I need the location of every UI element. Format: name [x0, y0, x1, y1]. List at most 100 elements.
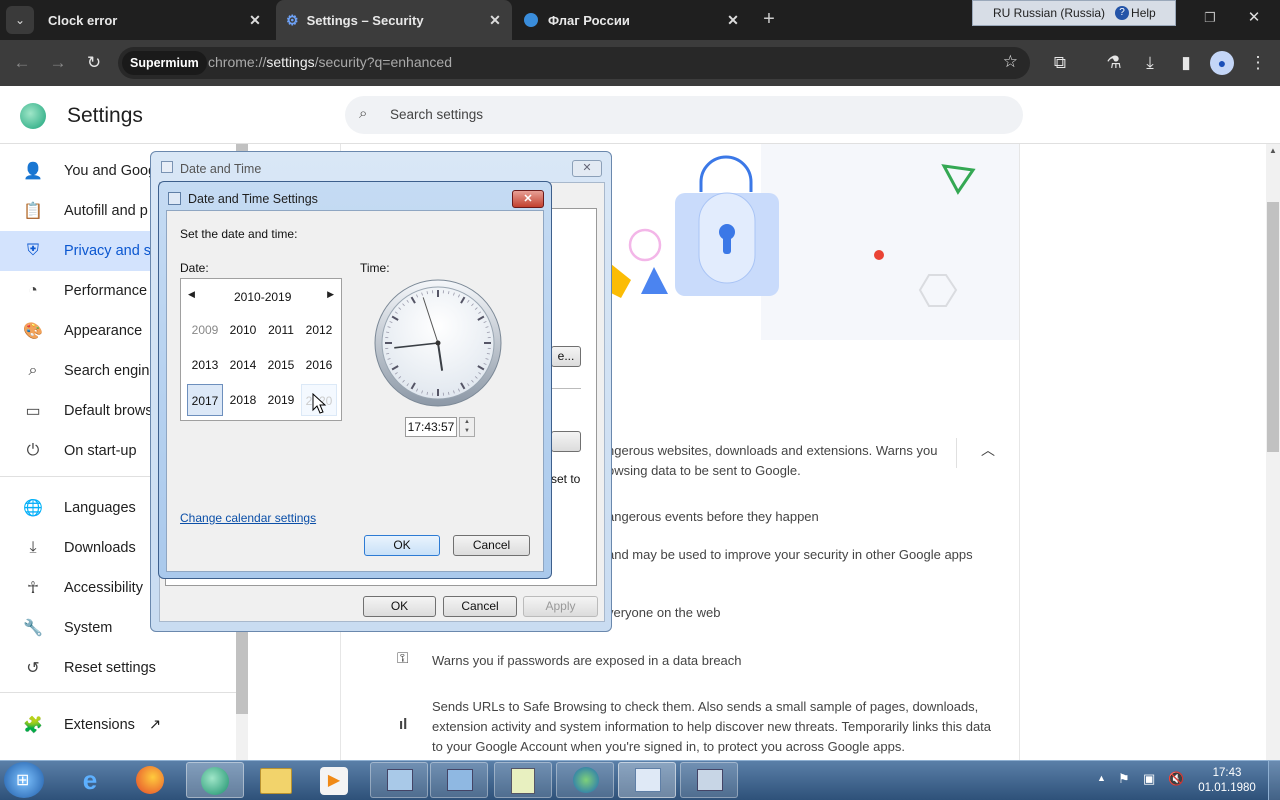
search-icon: ⌕: [359, 105, 368, 122]
calendar-icon: [168, 192, 181, 205]
taskbar-app-2[interactable]: [430, 762, 488, 798]
language-bar[interactable]: RU Russian (Russia) ? Help: [972, 0, 1176, 26]
sidebar-item-label: Privacy and se: [64, 243, 160, 259]
year-cell[interactable]: 2012: [301, 314, 337, 346]
network-icon[interactable]: ▣: [1143, 771, 1155, 787]
year-cell[interactable]: 2009: [187, 314, 223, 346]
cancel-button[interactable]: Cancel: [453, 535, 530, 556]
back-icon[interactable]: ←: [10, 51, 34, 75]
page-title: Settings: [67, 104, 143, 127]
taskbar-app-1[interactable]: [370, 762, 428, 798]
forward-icon[interactable]: →: [46, 51, 70, 75]
lock-shackle: [699, 155, 753, 192]
media-player-icon[interactable]: ▶: [320, 767, 348, 795]
taskbar-app-6[interactable]: [680, 762, 738, 798]
taskbar-app-3[interactable]: [494, 762, 552, 798]
year-cell[interactable]: 2016: [301, 349, 337, 381]
labs-icon[interactable]: ⚗: [1102, 51, 1126, 75]
download-icon[interactable]: ⤓: [1138, 51, 1162, 75]
year-cell[interactable]: 2014: [225, 349, 261, 381]
scroll-up-arrow[interactable]: ▲: [1269, 146, 1277, 155]
show-desktop-button[interactable]: [1268, 761, 1280, 800]
cancel-button[interactable]: Cancel: [443, 596, 517, 617]
separator: [549, 388, 581, 389]
prev-decade-arrow[interactable]: ◀: [188, 289, 195, 300]
volume-muted-icon[interactable]: 🔇: [1168, 771, 1184, 787]
taskbar-app-4[interactable]: [556, 762, 614, 798]
help-label[interactable]: Help: [1131, 6, 1156, 20]
ie-icon[interactable]: e: [72, 764, 108, 796]
page-scrollbar[interactable]: ▲: [1266, 144, 1280, 760]
year-cell[interactable]: 2017: [187, 384, 223, 416]
side-panel-icon[interactable]: ▮: [1174, 51, 1198, 75]
year-cell[interactable]: 2010: [225, 314, 261, 346]
search-settings[interactable]: ⌕ Search settings: [345, 96, 1023, 134]
flag-icon[interactable]: ⚑: [1118, 771, 1130, 787]
sidebar-item-puzzle[interactable]: 🧩 Extensions ↗: [0, 705, 236, 745]
reload-icon[interactable]: ↻: [82, 51, 106, 75]
button-label: e...: [557, 349, 575, 363]
time-label: Time:: [360, 261, 390, 275]
restore-icon[interactable]: ❐: [1200, 10, 1220, 30]
taskbar-clock[interactable]: 17:43 01.01.1980: [1192, 766, 1262, 796]
year-cell[interactable]: 2018: [225, 384, 261, 416]
extensions-icon[interactable]: ⧉: [1048, 51, 1072, 75]
sidebar-item-label: You and Goog: [64, 163, 157, 179]
next-decade-arrow[interactable]: ▶: [327, 289, 334, 300]
puzzle-icon: 🧩: [23, 717, 43, 734]
history-icon: ↺: [26, 660, 40, 677]
year-cell[interactable]: 2015: [263, 349, 299, 381]
scrollbar-thumb[interactable]: [1267, 202, 1279, 452]
tray-expand-icon[interactable]: ▲: [1097, 773, 1106, 783]
start-button[interactable]: ⊞: [4, 762, 44, 798]
sidebar-item-label: Appearance: [64, 323, 143, 339]
explorer-icon[interactable]: [260, 768, 292, 794]
time-spinner[interactable]: ▲ ▼: [459, 417, 475, 437]
url-text[interactable]: chrome://settings/security?q=enhanced: [208, 54, 452, 70]
firefox-icon[interactable]: [136, 766, 164, 794]
apply-button[interactable]: Apply: [523, 596, 598, 617]
tab-title: Флаг России: [548, 12, 630, 28]
enhanced-bullet-4: Warns you if passwords are exposed in a …: [432, 653, 742, 668]
date-time-icon: [635, 768, 661, 792]
menu-icon[interactable]: ⋮: [1246, 51, 1270, 75]
year-cell[interactable]: 2011: [263, 314, 299, 346]
chevron-up-icon[interactable]: ︿: [981, 440, 995, 460]
close-icon[interactable]: ✕: [246, 11, 264, 29]
close-icon[interactable]: ✕: [486, 11, 504, 29]
browser-badge[interactable]: Supermium: [122, 51, 207, 75]
tab-search-button[interactable]: ⌄: [6, 6, 34, 34]
close-button[interactable]: ✕: [572, 160, 602, 177]
clipboard-icon: 📋: [23, 203, 43, 220]
year-cell[interactable]: 2019: [263, 384, 299, 416]
search-input[interactable]: Search settings: [390, 107, 483, 122]
change-calendar-settings-link[interactable]: Change calendar settings: [180, 511, 316, 525]
tab-settings-security[interactable]: ⚙ Settings – Security ✕: [276, 0, 512, 40]
ok-button[interactable]: OK: [364, 535, 440, 556]
decade-header[interactable]: 2010-2019: [234, 290, 291, 304]
profile-icon[interactable]: ●: [1210, 51, 1234, 75]
star-icon[interactable]: ☆: [1003, 52, 1018, 72]
ok-button[interactable]: OK: [363, 596, 436, 617]
change-date-button-partial[interactable]: e...: [551, 346, 581, 367]
spin-up-icon[interactable]: ▲: [460, 418, 474, 427]
year-cell[interactable]: 2013: [187, 349, 223, 381]
spin-down-icon[interactable]: ▼: [460, 427, 474, 436]
tab-flag-russia[interactable]: Флаг России ✕: [514, 0, 750, 40]
new-tab-button[interactable]: +: [758, 8, 780, 30]
tab-clock-error[interactable]: Clock error ✕: [36, 0, 272, 40]
taskbar-app-5[interactable]: [618, 762, 676, 798]
time-value[interactable]: 17:43:57: [408, 420, 455, 434]
close-window-icon[interactable]: ✕: [1244, 8, 1264, 28]
change-timezone-button-partial[interactable]: [551, 431, 581, 452]
language-indicator[interactable]: RU Russian (Russia): [993, 6, 1105, 20]
external-link-icon: ↗: [148, 717, 162, 733]
date-time-settings-dialog: Date and Time Settings ✕ Set the date an…: [158, 181, 552, 579]
supermium-icon: [201, 767, 229, 795]
address-bar[interactable]: Supermium chrome://settings/security?q=e…: [118, 47, 1030, 79]
close-icon[interactable]: ✕: [724, 11, 742, 29]
time-input[interactable]: 17:43:57: [405, 417, 457, 437]
supermium-taskbar-button[interactable]: [186, 762, 244, 798]
close-button[interactable]: ✕: [512, 190, 544, 208]
sidebar-item-history[interactable]: ↺ Reset settings: [0, 648, 236, 688]
